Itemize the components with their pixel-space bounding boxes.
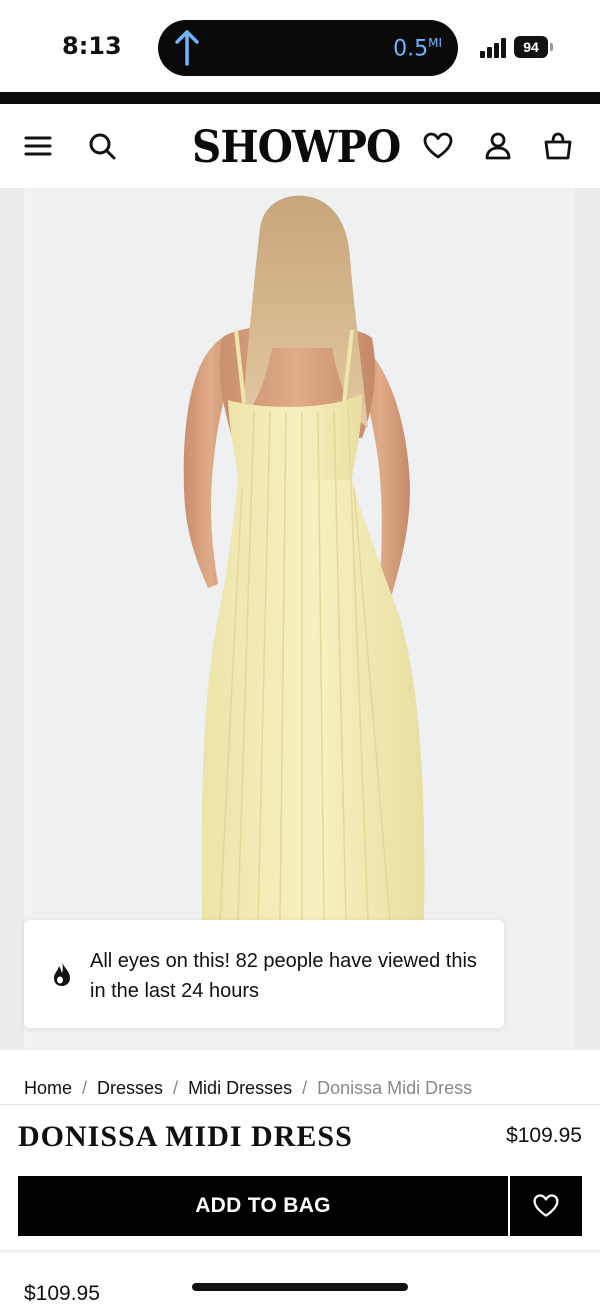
heart-icon[interactable] (422, 130, 454, 162)
status-time: 8:13 (62, 32, 122, 60)
add-to-wishlist-button[interactable] (510, 1176, 582, 1236)
popularity-text: All eyes on this! 82 people have viewed … (90, 950, 477, 1002)
user-icon[interactable] (482, 130, 514, 162)
breadcrumb-separator: / (82, 1078, 88, 1098)
battery-level: 94 (514, 36, 548, 58)
bag-icon[interactable] (542, 130, 574, 162)
breadcrumb-separator: / (173, 1078, 179, 1098)
popularity-notification: All eyes on this! 82 people have viewed … (24, 920, 504, 1028)
dynamic-island: 0.5MI (158, 20, 458, 76)
top-divider-bar (0, 92, 600, 104)
menu-icon[interactable] (22, 130, 54, 162)
breadcrumb-current: Donissa Midi Dress (317, 1078, 473, 1098)
breadcrumb: Home / Dresses / Midi Dresses / Donissa Midi D… (24, 1078, 472, 1099)
next-image-slide[interactable] (574, 188, 600, 1050)
add-to-bag-button[interactable]: ADD TO BAG (18, 1176, 508, 1236)
product-title: DONISSA MIDI DRESS (18, 1120, 353, 1153)
section-divider (0, 1104, 600, 1105)
product-price: $109.95 (506, 1124, 582, 1147)
navigation-distance: 0.5MI (393, 36, 442, 62)
status-bar: 8:13 0.5MI 94 (0, 0, 600, 92)
breadcrumb-home[interactable]: Home (24, 1078, 72, 1098)
sticky-price: $109.95 (24, 1282, 100, 1304)
search-icon[interactable] (86, 130, 118, 162)
heart-outline-icon (533, 1194, 559, 1217)
site-logo[interactable]: SHOWPO (192, 122, 401, 173)
sticky-bar-shadow (0, 1250, 600, 1254)
cellular-signal-icon (480, 38, 506, 58)
breadcrumb-separator: / (302, 1078, 308, 1098)
battery-icon: 94 (514, 36, 554, 58)
site-header: SHOWPO (0, 104, 600, 188)
previous-image-slide[interactable] (0, 188, 24, 1050)
flame-icon (54, 962, 70, 986)
home-indicator[interactable] (192, 1283, 408, 1291)
breadcrumb-dresses[interactable]: Dresses (97, 1078, 163, 1098)
breadcrumb-midi-dresses[interactable]: Midi Dresses (188, 1078, 292, 1098)
navigation-arrow-icon (175, 30, 199, 66)
